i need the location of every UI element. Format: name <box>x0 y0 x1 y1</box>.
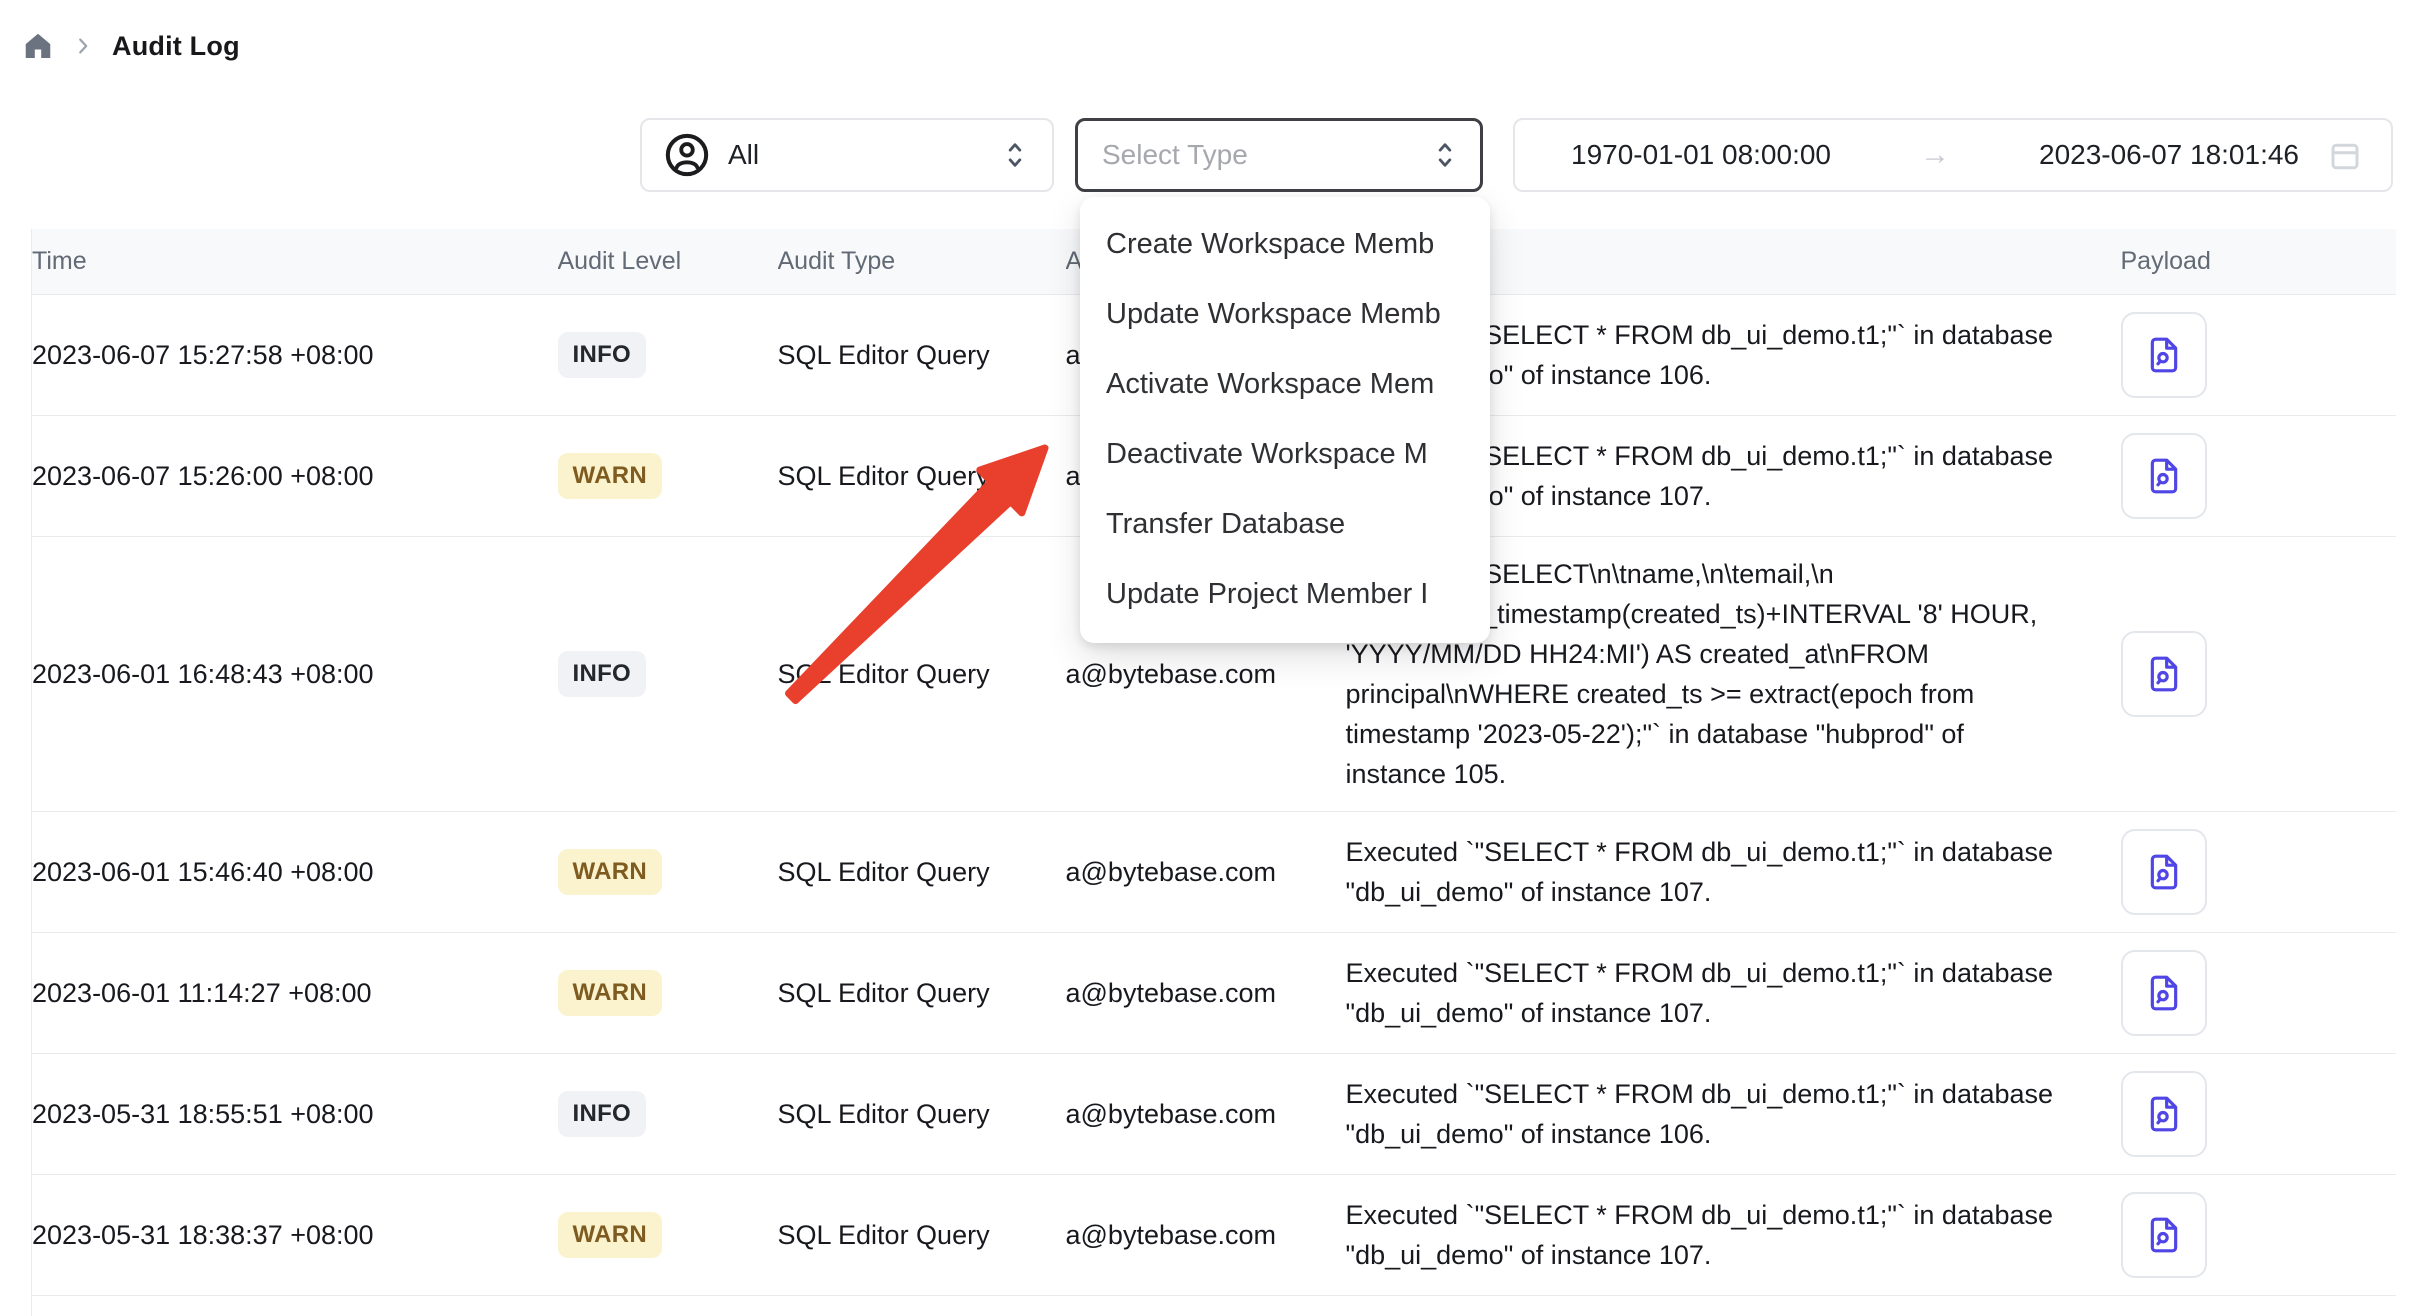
dropdown-option[interactable]: Update Project Member I <box>1080 559 1490 629</box>
cell-type: SQL Editor Query <box>778 295 1066 416</box>
audit-level-badge: WARN <box>558 1212 663 1259</box>
chevron-right-icon <box>72 35 94 57</box>
audit-level-badge: WARN <box>558 453 663 500</box>
cell-time: 2023-06-01 11:14:27 +08:00 <box>32 933 558 1054</box>
date-range-arrow-icon: → <box>1920 138 1950 172</box>
page-title: Audit Log <box>112 31 240 62</box>
file-search-icon <box>2144 335 2184 375</box>
file-search-icon <box>2144 654 2184 694</box>
cell-time: 2023-06-07 15:27:58 +08:00 <box>32 295 558 416</box>
date-range-end[interactable]: 2023-06-07 18:01:46 <box>2039 139 2299 171</box>
cell-level: INFO <box>558 295 778 416</box>
cell-time: 2023-06-01 15:46:40 +08:00 <box>32 812 558 933</box>
cell-level: WARN <box>558 933 778 1054</box>
date-range-start[interactable]: 1970-01-01 08:00:00 <box>1571 139 1831 171</box>
audit-level-badge: INFO <box>558 332 647 379</box>
dropdown-option[interactable]: Transfer Database <box>1080 489 1490 559</box>
cell-comment: Executed `"SELECT * FROM db_ui_demo.t1;"… <box>1346 1175 2121 1296</box>
audit-level-badge: WARN <box>558 849 663 896</box>
view-payload-button[interactable] <box>2121 1071 2207 1157</box>
breadcrumb: Audit Log <box>22 26 240 66</box>
cell-level: WARN <box>558 416 778 537</box>
cell-type: SQL Editor Query <box>778 1054 1066 1175</box>
cell-payload <box>2121 416 2396 537</box>
cell-actor: a@bytebase.com <box>1066 1175 1346 1296</box>
file-search-icon <box>2144 852 2184 892</box>
col-header-time: Time <box>32 229 558 295</box>
view-payload-button[interactable] <box>2121 829 2207 915</box>
file-search-icon <box>2144 456 2184 496</box>
user-filter-value: All <box>728 139 1000 171</box>
cell-actor: a@bytebase.com <box>1066 812 1346 933</box>
cell-time: 2023-05-31 18:38:37 +08:00 <box>32 1175 558 1296</box>
cell-actor: a@bytebase.com <box>1066 933 1346 1054</box>
cell-type: SQL Editor Query <box>778 416 1066 537</box>
view-payload-button[interactable] <box>2121 312 2207 398</box>
table-row: 2023-05-31 18:38:37 +08:00 WARN SQL Edit… <box>32 1175 2396 1296</box>
audit-level-badge: INFO <box>558 1091 647 1138</box>
col-header-level: Audit Level <box>558 229 778 295</box>
cell-payload <box>2121 537 2396 812</box>
cell-time: 2023-05-31 18:55:51 +08:00 <box>32 1054 558 1175</box>
person-circle-icon <box>664 132 710 178</box>
audit-level-badge: WARN <box>558 970 663 1017</box>
select-chevrons-icon <box>1430 138 1460 172</box>
file-search-icon <box>2144 973 2184 1013</box>
cell-comment: Executed `"SELECT * FROM db_ui_demo.t1;"… <box>1346 1054 2121 1175</box>
dropdown-option[interactable]: Create Workspace Memb <box>1080 209 1490 279</box>
date-range-picker[interactable]: 1970-01-01 08:00:00 → 2023-06-07 18:01:4… <box>1513 118 2393 192</box>
col-header-type: Audit Type <box>778 229 1066 295</box>
cell-level: WARN <box>558 1175 778 1296</box>
cell-payload <box>2121 933 2396 1054</box>
view-payload-button[interactable] <box>2121 1192 2207 1278</box>
cell-payload <box>2121 295 2396 416</box>
select-chevrons-icon <box>1000 138 1030 172</box>
type-filter-placeholder: Select Type <box>1102 139 1430 171</box>
col-header-payload: Payload <box>2121 229 2396 295</box>
home-icon[interactable] <box>22 30 54 62</box>
calendar-icon <box>2327 137 2363 173</box>
file-search-icon <box>2144 1094 2184 1134</box>
cell-payload <box>2121 1054 2396 1175</box>
table-row-partial <box>32 1296 2396 1316</box>
cell-level: WARN <box>558 812 778 933</box>
cell-comment: Executed `"SELECT * FROM db_ui_demo.t1;"… <box>1346 812 2121 933</box>
cell-level: INFO <box>558 1054 778 1175</box>
cell-payload <box>2121 812 2396 933</box>
cell-comment: Executed `"SELECT * FROM db_ui_demo.t1;"… <box>1346 933 2121 1054</box>
cell-type: SQL Editor Query <box>778 537 1066 812</box>
table-row: 2023-06-01 15:46:40 +08:00 WARN SQL Edit… <box>32 812 2396 933</box>
cell-level: INFO <box>558 537 778 812</box>
table-row: 2023-06-01 11:14:27 +08:00 WARN SQL Edit… <box>32 933 2396 1054</box>
cell-time: 2023-06-01 16:48:43 +08:00 <box>32 537 558 812</box>
user-filter-select[interactable]: All <box>640 118 1054 192</box>
cell-payload <box>2121 1175 2396 1296</box>
cell-type: SQL Editor Query <box>778 812 1066 933</box>
dropdown-option[interactable]: Deactivate Workspace M <box>1080 419 1490 489</box>
cell-type: SQL Editor Query <box>778 1175 1066 1296</box>
file-search-icon <box>2144 1215 2184 1255</box>
view-payload-button[interactable] <box>2121 631 2207 717</box>
table-row: 2023-05-31 18:55:51 +08:00 INFO SQL Edit… <box>32 1054 2396 1175</box>
audit-level-badge: INFO <box>558 651 647 698</box>
cell-time: 2023-06-07 15:26:00 +08:00 <box>32 416 558 537</box>
type-select-dropdown: Create Workspace MembUpdate Workspace Me… <box>1080 197 1490 643</box>
dropdown-option[interactable]: Update Workspace Memb <box>1080 279 1490 349</box>
view-payload-button[interactable] <box>2121 950 2207 1036</box>
cell-type: SQL Editor Query <box>778 933 1066 1054</box>
view-payload-button[interactable] <box>2121 433 2207 519</box>
cell-actor: a@bytebase.com <box>1066 1054 1346 1175</box>
type-filter-select[interactable]: Select Type <box>1075 118 1483 192</box>
dropdown-option[interactable]: Activate Workspace Mem <box>1080 349 1490 419</box>
